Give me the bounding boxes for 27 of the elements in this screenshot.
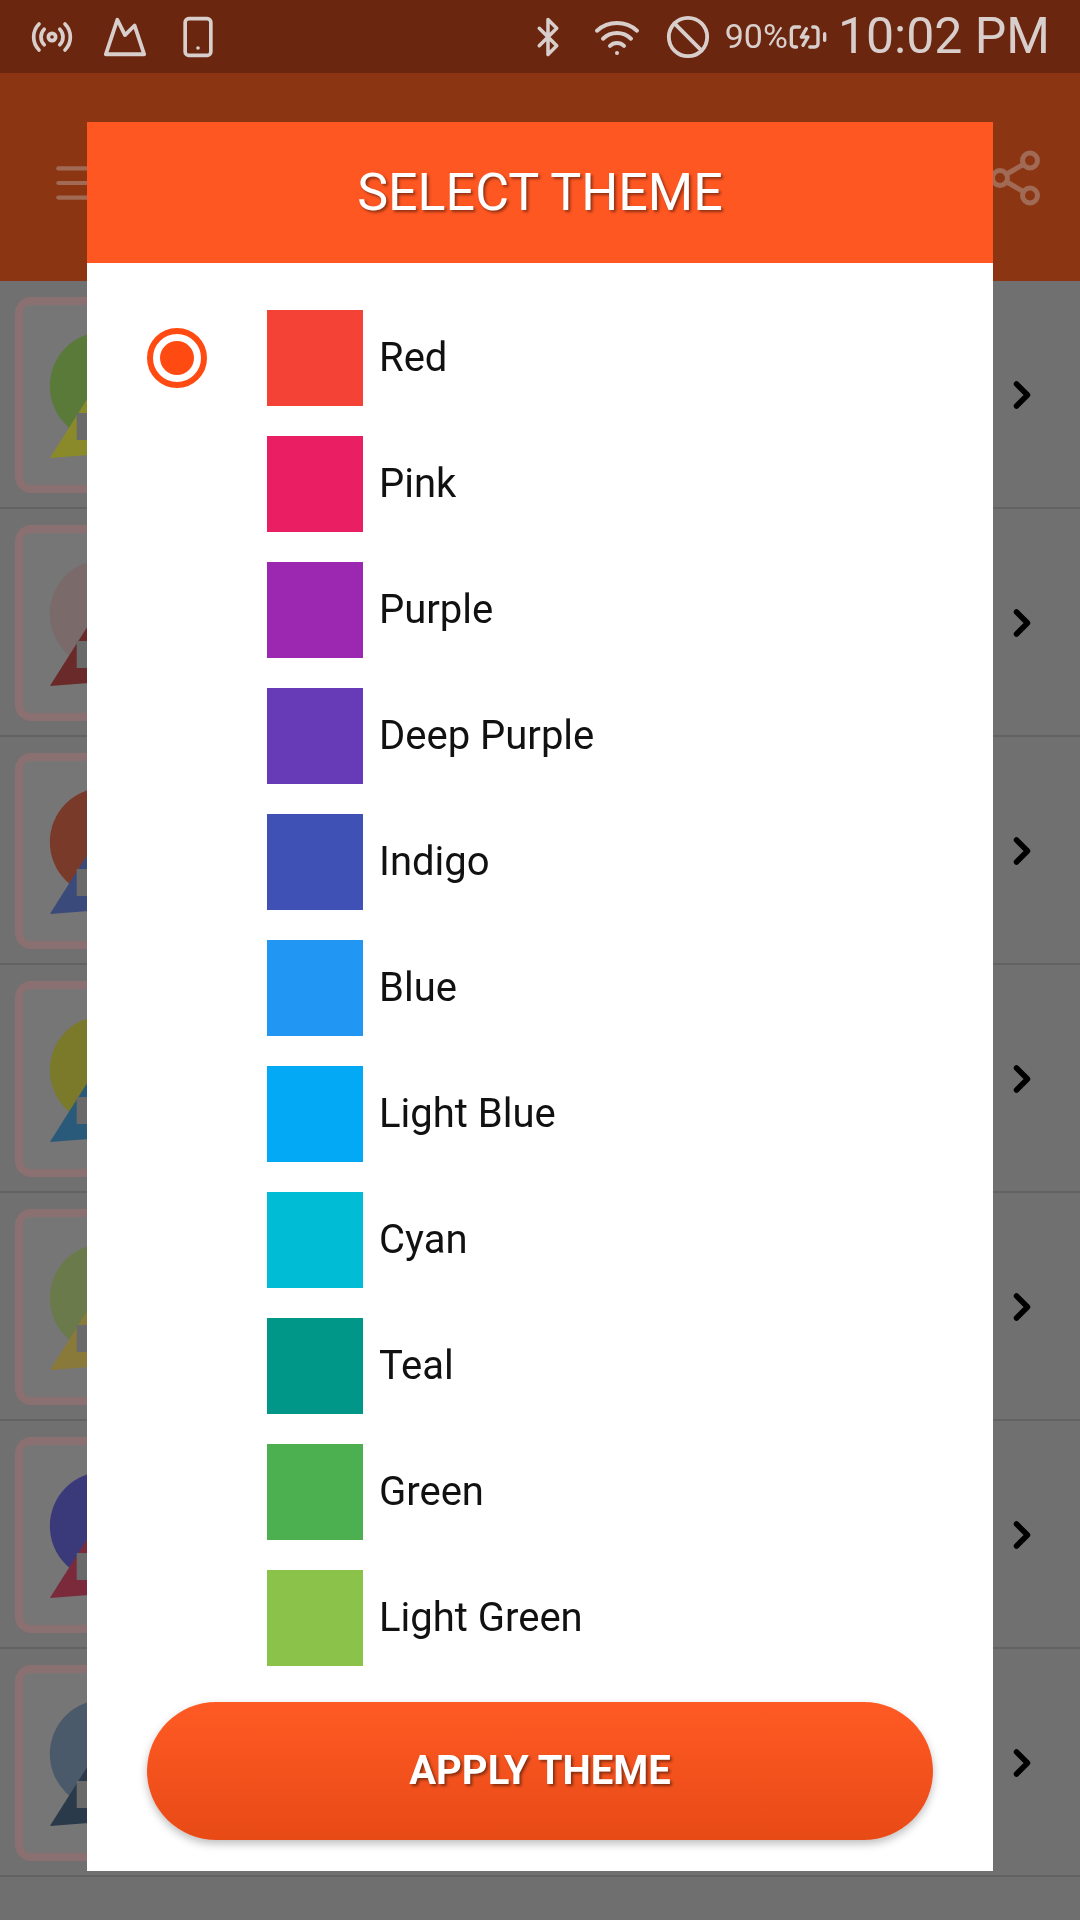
theme-option[interactable]: Pink [87, 436, 993, 532]
theme-option[interactable]: Teal [87, 1318, 993, 1414]
theme-label: Light Blue [379, 1089, 556, 1139]
theme-option[interactable]: Light Blue [87, 1066, 993, 1162]
theme-label: Cyan [379, 1215, 468, 1265]
theme-label: Pink [379, 459, 457, 509]
theme-option[interactable]: Light Green [87, 1570, 993, 1666]
theme-option[interactable]: Deep Purple [87, 688, 993, 784]
theme-option[interactable]: Cyan [87, 1192, 993, 1288]
battery-percent: 90% [724, 15, 788, 58]
theme-option[interactable]: Blue [87, 940, 993, 1036]
theme-label: Teal [379, 1341, 454, 1391]
theme-label: Blue [379, 963, 457, 1013]
theme-label: Light Green [379, 1593, 583, 1643]
theme-option[interactable]: Indigo [87, 814, 993, 910]
theme-label: Deep Purple [379, 711, 595, 761]
clock: 10:02 PM [837, 6, 1050, 67]
theme-label: Green [379, 1467, 484, 1517]
theme-label: Purple [379, 585, 494, 635]
do-not-disturb-icon [664, 13, 711, 60]
theme-label: Indigo [379, 837, 490, 887]
theme-option[interactable]: Purple [87, 562, 993, 658]
theme-label: Red [379, 333, 448, 383]
radio-button[interactable] [147, 328, 207, 388]
theme-option[interactable]: Red [87, 310, 993, 406]
dialog-title: SELECT THEME [87, 122, 993, 263]
theme-option[interactable]: Green [87, 1444, 993, 1540]
